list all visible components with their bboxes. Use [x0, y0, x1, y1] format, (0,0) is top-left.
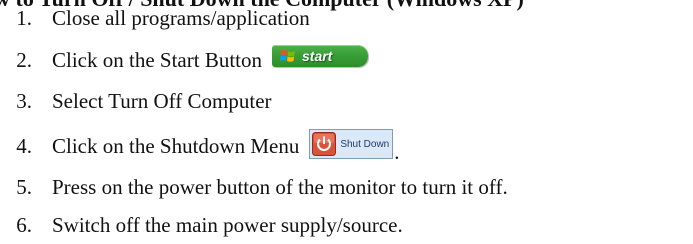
step-number: 3.: [16, 88, 32, 113]
step-number: 2.: [16, 47, 32, 72]
step-number: 6.: [16, 212, 32, 237]
power-icon: [312, 132, 337, 156]
step-item: 5. Press on the power button of the moni…: [0, 172, 508, 202]
step-number: 5.: [16, 174, 32, 199]
step-text: Press on the power button of the monitor…: [52, 174, 508, 199]
step-text: Click on the Shutdown Menu: [52, 133, 300, 158]
shutdown-button[interactable]: Shut Down: [309, 129, 394, 159]
steps-list: 1. Close all programs/application 2. Cli…: [0, 0, 693, 244]
step-number: 4.: [16, 133, 32, 158]
step-text: Close all programs/application: [52, 5, 310, 30]
step-text: Switch off the main power supply/source.: [52, 212, 403, 237]
step-item: 1. Close all programs/application: [0, 3, 310, 33]
step-period: .: [394, 139, 400, 164]
shutdown-button-label: Shut Down: [340, 138, 390, 150]
step-text: Click on the Start Button: [52, 47, 262, 72]
step-text: Select Turn Off Computer: [52, 88, 272, 113]
step-number: 1.: [16, 5, 32, 30]
step-item: 6. Switch off the main power supply/sour…: [0, 210, 403, 240]
start-button-label: start: [302, 48, 333, 64]
step-item: 4. Click on the Shutdown Menu Shut Down …: [0, 129, 400, 164]
start-button[interactable]: start: [272, 45, 368, 67]
windows-flag-icon: [280, 50, 295, 62]
step-item: 3. Select Turn Off Computer: [0, 86, 272, 116]
step-item: 2. Click on the Start Button start: [0, 45, 368, 75]
